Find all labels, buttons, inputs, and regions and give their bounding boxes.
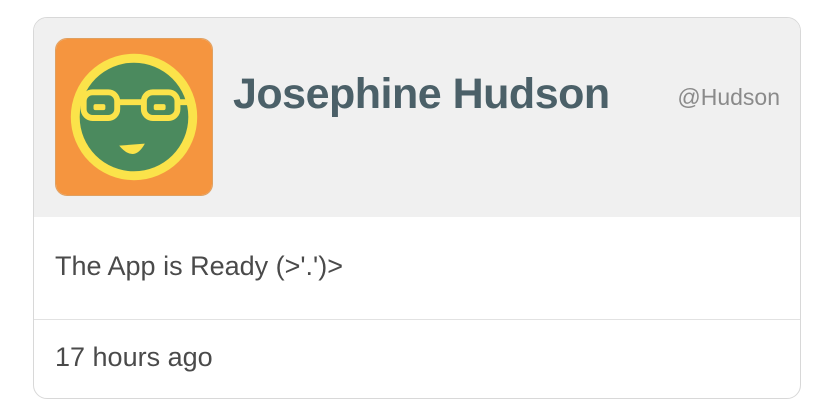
user-handle[interactable]: @Hudson: [677, 84, 780, 111]
smiling-face-with-glasses-icon: [56, 39, 212, 195]
user-name[interactable]: Josephine Hudson: [233, 70, 610, 119]
post-body: The App is Ready (>'.')>: [34, 217, 800, 320]
post-timestamp: 17 hours ago: [55, 342, 213, 372]
card-header: Josephine Hudson @Hudson: [34, 18, 800, 217]
user-post-card: Josephine Hudson @Hudson The App is Read…: [33, 17, 801, 399]
avatar[interactable]: [55, 38, 213, 196]
post-message: The App is Ready (>'.')>: [55, 251, 343, 281]
post-footer: 17 hours ago: [34, 320, 800, 398]
